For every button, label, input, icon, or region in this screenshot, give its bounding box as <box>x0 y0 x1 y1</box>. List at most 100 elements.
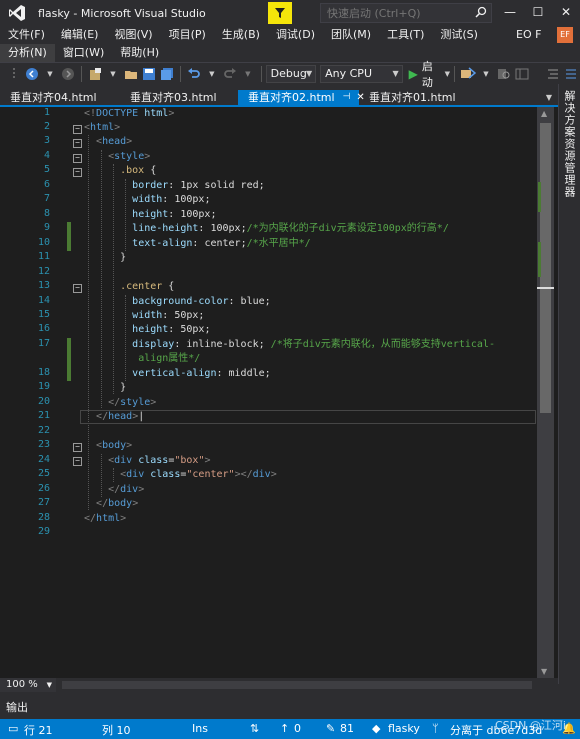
code-line[interactable]: .center { <box>84 280 174 294</box>
fold-toggle-icon[interactable]: − <box>73 125 82 134</box>
code-line[interactable]: display: inline-block; /*将子div元素内联化，从而能够… <box>84 338 495 352</box>
notification-filter-icon[interactable] <box>268 2 292 24</box>
minimize-button[interactable]: — <box>496 0 524 24</box>
code-line[interactable]: height: 100px; <box>84 208 216 222</box>
scroll-up-icon[interactable]: ▲ <box>541 109 547 118</box>
status-repository[interactable]: flasky <box>388 722 420 735</box>
menu-debug[interactable]: 调试(D) <box>268 26 323 44</box>
redo-icon[interactable] <box>222 65 238 83</box>
code-line[interactable]: align属性*/ <box>84 352 200 366</box>
status-line: 行 21 <box>24 724 53 737</box>
code-line[interactable]: </head>| <box>84 410 144 424</box>
tab-align03[interactable]: 垂直对齐03.html <box>120 90 238 105</box>
code-line[interactable]: vertical-align: middle; <box>84 367 271 381</box>
maximize-button[interactable]: ☐ <box>524 0 552 24</box>
code-line[interactable]: <!DOCTYPE html> <box>84 107 174 121</box>
redo-dropdown-icon[interactable]: ▼ <box>240 65 256 83</box>
code-editor[interactable]: 1 2 3 4 5 6 7 8 9 10 11 12 13 14 15 16 1… <box>0 107 558 678</box>
platform-dropdown[interactable]: Any CPU ▼ <box>320 64 403 83</box>
menu-file[interactable]: 文件(F) <box>0 26 53 44</box>
code-line[interactable]: <head> <box>84 135 132 149</box>
undo-icon[interactable] <box>186 65 202 83</box>
code-line[interactable]: <body> <box>84 439 132 453</box>
tab-align01[interactable]: 垂直对齐01.html <box>359 90 479 105</box>
scrollbar-thumb[interactable] <box>540 123 551 413</box>
fold-toggle-icon[interactable]: − <box>73 139 82 148</box>
code-line[interactable]: } <box>84 251 126 265</box>
menu-test[interactable]: 测试(S) <box>432 26 486 44</box>
menu-edit[interactable]: 编辑(E) <box>53 26 107 44</box>
fold-toggle-icon[interactable]: − <box>73 154 82 163</box>
menu-build[interactable]: 生成(B) <box>214 26 268 44</box>
fold-toggle-icon[interactable]: − <box>73 457 82 466</box>
tab-align04[interactable]: 垂直对齐04.html <box>0 90 120 105</box>
tab-align02[interactable]: 垂直对齐02.html ⊣ ✕ <box>238 90 365 105</box>
browser-link-dropdown-icon[interactable]: ▼ <box>478 65 494 83</box>
quick-launch-box[interactable] <box>320 3 492 23</box>
code-line[interactable]: border: 1px solid red; <box>84 179 264 193</box>
save-icon[interactable] <box>141 65 157 83</box>
avatar[interactable]: EF <box>557 27 573 43</box>
code-line[interactable]: </style> <box>84 396 156 410</box>
status-unpushed[interactable]: 0 <box>294 722 301 735</box>
back-dropdown-icon[interactable]: ▼ <box>42 65 58 83</box>
vertical-scrollbar[interactable]: ▲ ▼ <box>537 107 554 678</box>
code-line[interactable]: width: 100px; <box>84 193 210 207</box>
code-line[interactable]: </div> <box>84 483 144 497</box>
navigate-back-icon[interactable] <box>24 65 40 83</box>
solution-explorer-label[interactable]: 解决方案资源管理器 <box>561 90 577 198</box>
browser-link-icon[interactable] <box>460 65 476 83</box>
code-line[interactable]: <style> <box>84 150 150 164</box>
code-line[interactable]: line-height: 100px;/*为内联化的子div元素设定100px的… <box>84 222 449 236</box>
layout-icon[interactable] <box>514 65 530 83</box>
code-line[interactable]: background-color: blue; <box>84 295 271 309</box>
menu-tools[interactable]: 工具(T) <box>379 26 432 44</box>
output-tab[interactable]: 输出 <box>6 699 28 715</box>
quick-launch-input[interactable] <box>321 6 471 20</box>
zoom-dropdown[interactable]: 100 % ▼ <box>0 678 56 692</box>
scroll-down-icon[interactable]: ▼ <box>541 667 547 676</box>
start-debugging-button[interactable]: ▶ 启动 ▼ <box>409 58 450 90</box>
solution-explorer-collapsed-panel[interactable]: 解决方案资源管理器 <box>558 84 580 684</box>
horizontal-scrollbar[interactable] <box>62 681 532 689</box>
fold-toggle-icon[interactable]: − <box>73 168 82 177</box>
new-dropdown-icon[interactable]: ▼ <box>105 65 121 83</box>
new-project-icon[interactable] <box>87 65 103 83</box>
code-line[interactable]: height: 50px; <box>84 323 210 337</box>
tab-list-dropdown-icon[interactable]: ▼ <box>542 90 556 105</box>
fold-toggle-icon[interactable]: − <box>73 443 82 452</box>
code-line[interactable]: <div class="box"> <box>84 454 210 468</box>
comment-out-icon[interactable] <box>545 65 561 83</box>
close-button[interactable]: ✕ <box>552 0 580 24</box>
line-number: 2 <box>43 121 50 132</box>
code-line[interactable]: </body> <box>84 497 138 511</box>
undo-dropdown-icon[interactable]: ▼ <box>204 65 220 83</box>
account-name[interactable]: EO F <box>516 26 541 44</box>
code-line[interactable]: .box { <box>84 164 156 178</box>
code-line[interactable]: width: 50px; <box>84 309 204 323</box>
fold-toggle-icon[interactable]: − <box>73 284 82 293</box>
save-all-icon[interactable] <box>159 65 175 83</box>
pin-icon[interactable]: ⊣ <box>343 90 351 105</box>
code-line[interactable]: <html> <box>84 121 120 135</box>
menu-window[interactable]: 窗口(W) <box>55 44 112 62</box>
open-file-icon[interactable] <box>123 65 139 83</box>
menu-project[interactable]: 项目(P) <box>161 26 214 44</box>
menu-analyze[interactable]: 分析(N) <box>0 44 55 62</box>
status-changes[interactable]: 81 <box>340 722 354 735</box>
uncomment-icon[interactable] <box>563 65 579 83</box>
menu-view[interactable]: 视图(V) <box>106 26 160 44</box>
code-line[interactable]: } <box>84 381 126 395</box>
menu-help[interactable]: 帮助(H) <box>112 44 167 62</box>
code-line[interactable]: text-align: center;/*水平居中*/ <box>84 237 311 251</box>
start-dropdown-icon[interactable]: ▼ <box>445 70 450 78</box>
configuration-dropdown[interactable]: Debug ▼ <box>265 64 317 83</box>
code-line[interactable]: <div class="center"></div> <box>84 468 277 482</box>
code-line[interactable]: </html> <box>84 512 126 526</box>
menu-team[interactable]: 团队(M) <box>323 26 379 44</box>
navigate-forward-icon[interactable] <box>60 65 76 83</box>
line-number: 12 <box>37 266 50 277</box>
git-compare-icon[interactable]: ⇅ <box>250 722 259 735</box>
find-in-files-icon[interactable] <box>496 65 512 83</box>
chevron-down-icon: ▼ <box>46 681 52 689</box>
